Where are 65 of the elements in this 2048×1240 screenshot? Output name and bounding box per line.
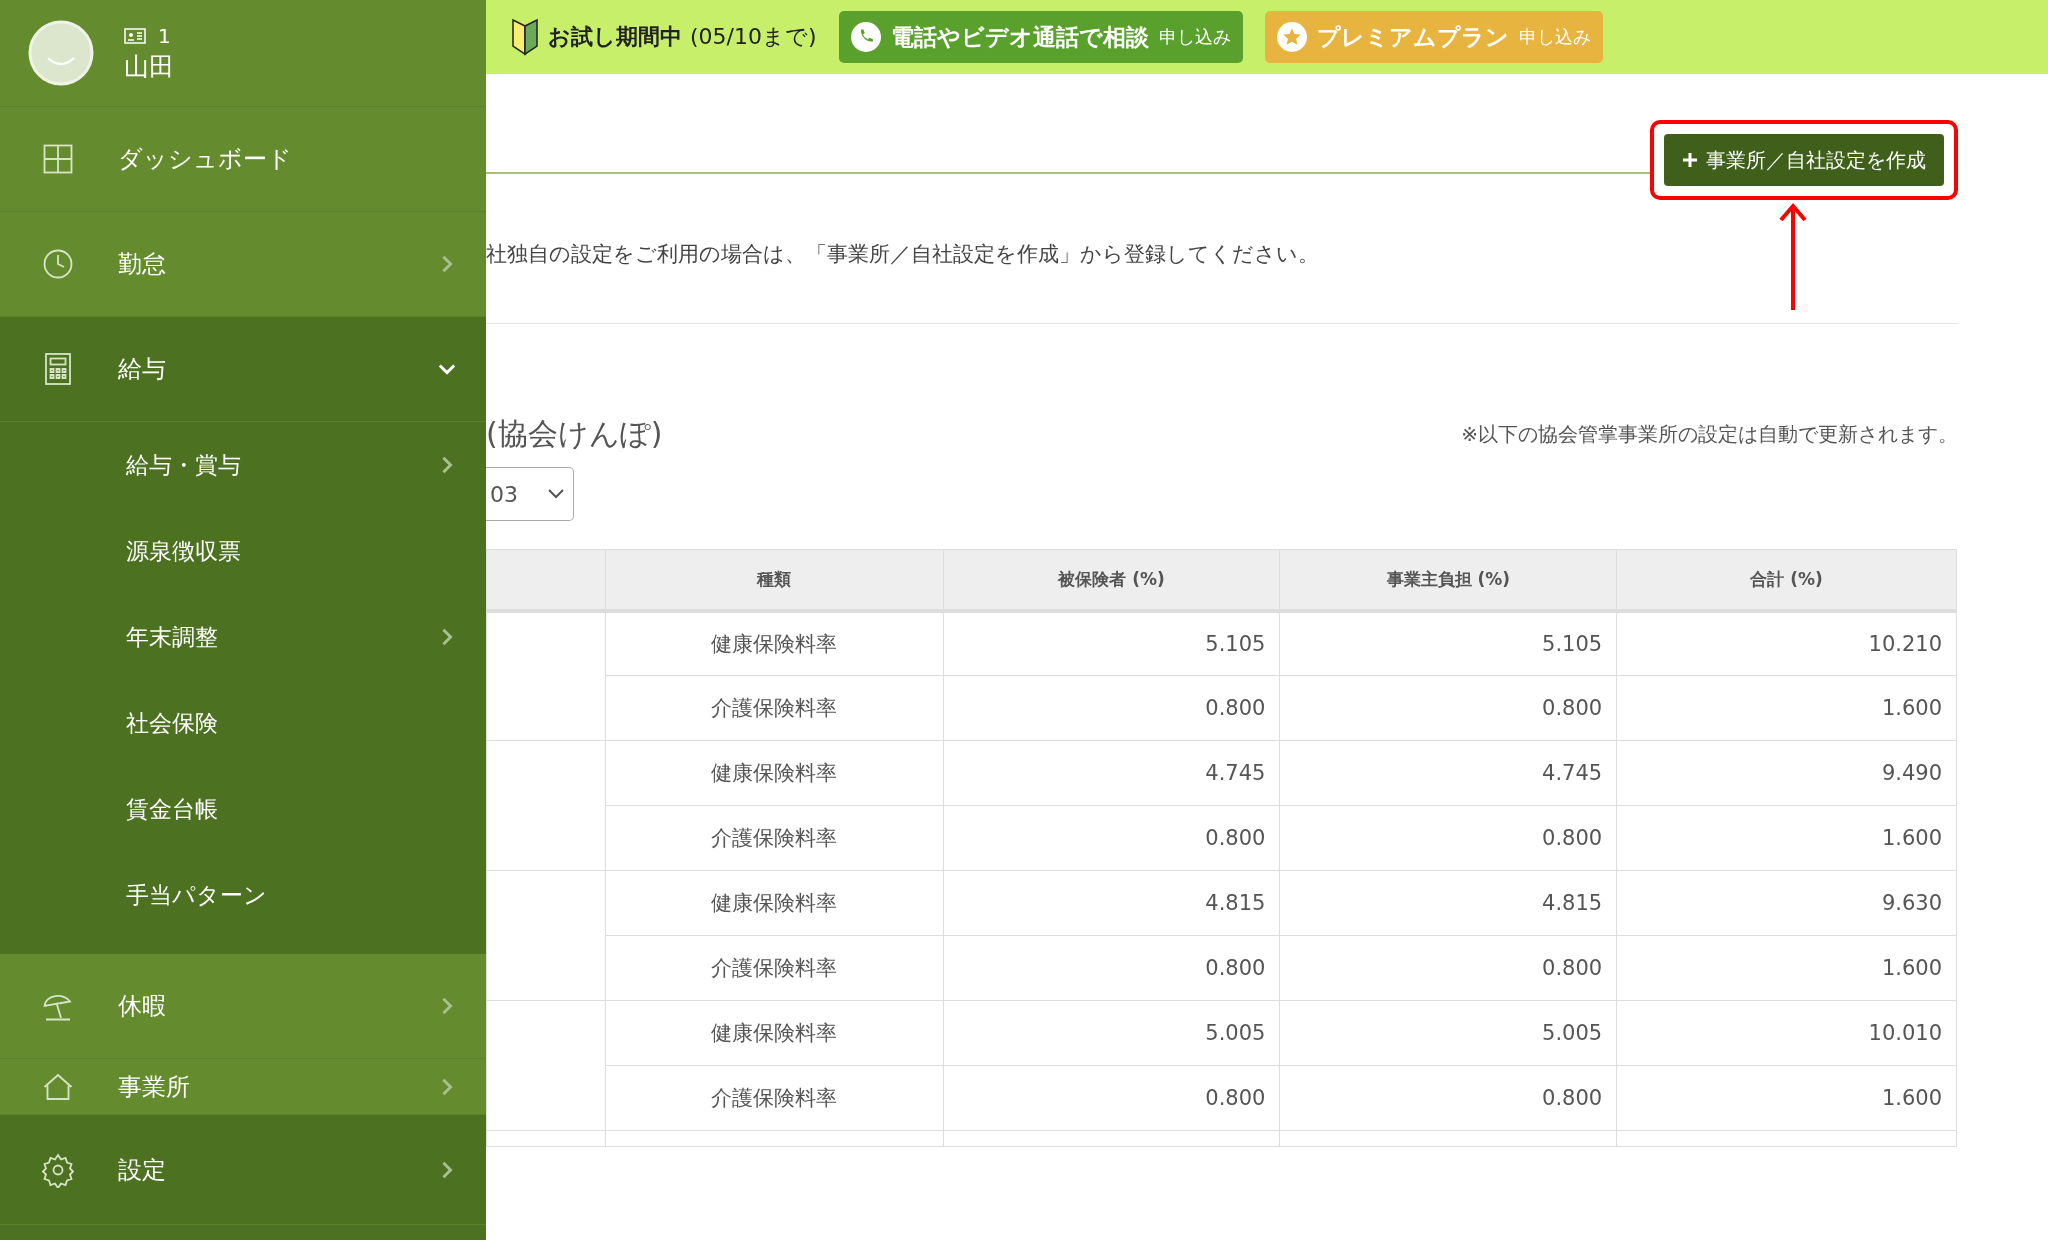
table-cell: 介護保険料率 xyxy=(605,1065,944,1131)
section-note: ※以下の協会管掌事業所の設定は自動で更新されます。 xyxy=(1461,421,1958,448)
table-cell: 5.005 xyxy=(1279,1000,1617,1066)
table-cell: 0.800 xyxy=(943,675,1280,741)
submenu-item[interactable]: 賃金台帳 xyxy=(0,766,486,852)
table-cell: 健康保険料率 xyxy=(605,610,944,676)
submenu-item[interactable]: 社会保険 xyxy=(0,680,486,766)
phone-icon xyxy=(850,22,881,52)
table-cell: 介護保険料率 xyxy=(605,675,944,741)
table-cell: 介護保険料率 xyxy=(605,935,944,1001)
trial-label: お試し期間中 xyxy=(548,23,682,51)
column-header: 種類 xyxy=(605,549,944,611)
table-cell: 介護保険料率 xyxy=(605,805,944,871)
column-header: 被保険者 (%) xyxy=(943,549,1280,611)
settings-icon xyxy=(40,1151,76,1188)
table-cell: 4.745 xyxy=(943,740,1280,806)
submenu-item[interactable]: 源泉徴収票 xyxy=(0,508,486,594)
create-button[interactable]: 事業所／自社設定を作成 xyxy=(1664,134,1944,186)
submenu-item[interactable]: 手当パターン xyxy=(0,852,486,938)
user-name: 山田 xyxy=(124,50,174,83)
nav-item[interactable]: 事業所 xyxy=(0,1059,486,1115)
nav-item[interactable]: 給与 xyxy=(0,317,486,422)
table-cell: 4.815 xyxy=(1279,870,1617,936)
chevron-down-icon xyxy=(547,488,565,500)
table-cell: 1.600 xyxy=(1616,935,1957,1001)
table-cell: 9.490 xyxy=(1616,740,1957,806)
table-cell: 1.600 xyxy=(1616,675,1957,741)
table-cell: 4.815 xyxy=(943,870,1280,936)
table-cell: 健康保険料率 xyxy=(605,870,944,936)
table-cell: 9.630 xyxy=(1616,870,1957,936)
table-cell: 0.800 xyxy=(943,805,1280,871)
avatar-icon xyxy=(28,20,94,86)
id-card-icon xyxy=(124,27,146,44)
table-cell: 4.745 xyxy=(1279,740,1617,806)
trial-period: (05/10まで) xyxy=(690,23,817,51)
table-cell: 0.800 xyxy=(1279,805,1617,871)
notice-text: 社独自の設定をご利用の場合は、「事業所／自社設定を作成」から登録してください。 xyxy=(486,240,1958,324)
table-cell: 0.800 xyxy=(1279,935,1617,1001)
nav-item[interactable]: 休暇 xyxy=(0,954,486,1059)
table-cell: 1.600 xyxy=(1616,805,1957,871)
table-cell: 10.210 xyxy=(1616,610,1957,676)
table-cell: 10.010 xyxy=(1616,1000,1957,1066)
table-cell: 5.105 xyxy=(1279,610,1617,676)
submenu-item[interactable]: 給与・賞与 xyxy=(0,422,486,508)
table-cell: 5.005 xyxy=(943,1000,1280,1066)
column-header: 合計 (%) xyxy=(1616,549,1957,611)
submenu-item[interactable]: 年末調整 xyxy=(0,594,486,680)
table-cell: 0.800 xyxy=(1279,675,1617,741)
plus-icon xyxy=(1682,152,1698,168)
beginner-mark-icon xyxy=(510,18,540,56)
arrow-icon xyxy=(1778,202,1808,312)
nav-item[interactable]: ダッシュボード xyxy=(0,107,486,212)
table-cell: 0.800 xyxy=(1279,1065,1617,1131)
section-title: (協会けんぽ) xyxy=(486,415,663,453)
consult-button[interactable]: 電話やビデオ通話で相談 申し込み xyxy=(838,11,1243,63)
nav-item[interactable]: 設定 xyxy=(0,1115,486,1225)
year-select[interactable]: 03 xyxy=(486,467,574,521)
table-cell: 健康保険料率 xyxy=(605,740,944,806)
table-cell: 0.800 xyxy=(943,1065,1280,1131)
column-header: 事業主負担 (%) xyxy=(1279,549,1617,611)
table-cell: 健康保険料率 xyxy=(605,1000,944,1066)
table-cell: 5.105 xyxy=(943,610,1280,676)
table-cell: 0.800 xyxy=(943,935,1280,1001)
user-id: 1 xyxy=(158,23,171,48)
table-cell: 1.600 xyxy=(1616,1065,1957,1131)
